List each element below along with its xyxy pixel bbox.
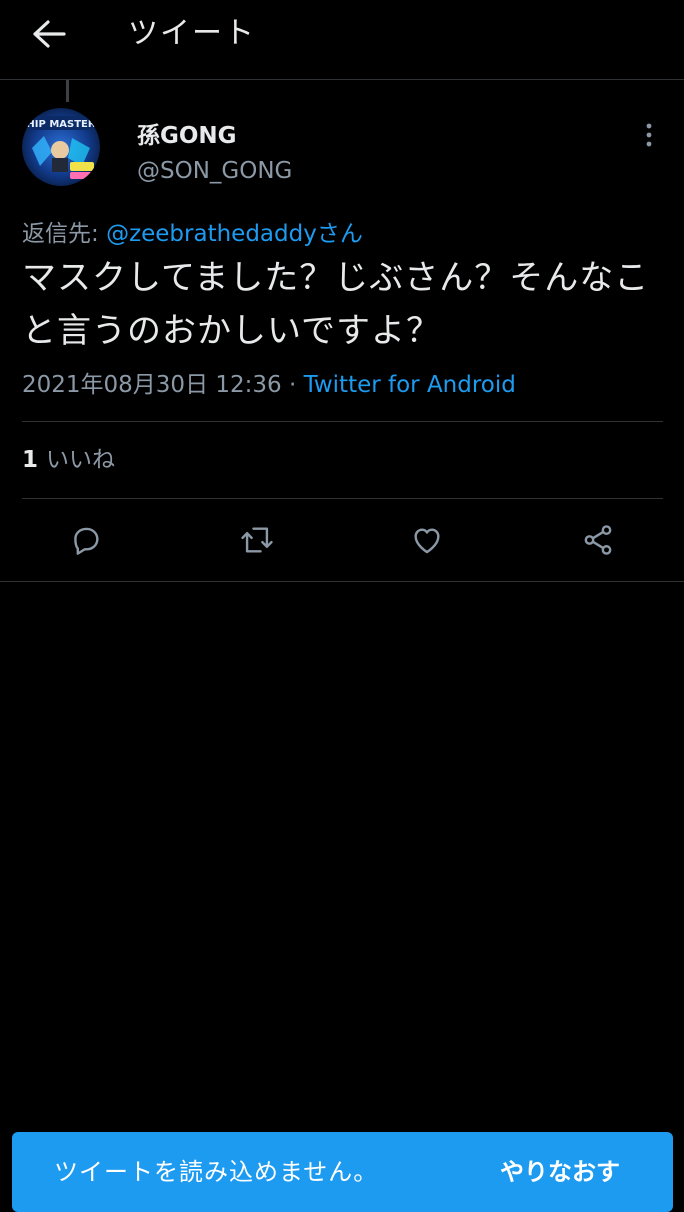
tweet-author: HIP MASTER 孫GONG @SON_GONG	[0, 80, 684, 210]
share-button[interactable]	[578, 520, 618, 560]
author-display-name[interactable]: 孫GONG	[137, 116, 237, 150]
toast-message: ツイートを読み込めません。	[54, 1158, 379, 1186]
back-button[interactable]	[26, 14, 72, 54]
like-button[interactable]	[407, 520, 447, 560]
retweet-button[interactable]	[237, 520, 277, 560]
more-vertical-icon	[646, 123, 652, 147]
meta-separator: ·	[281, 372, 304, 398]
tweet-action-bar	[0, 500, 684, 582]
tweet-meta: 2021年08月30日 12:36 · Twitter for Android	[22, 368, 516, 402]
share-icon	[584, 525, 612, 555]
top-bar: ツイート	[0, 0, 684, 80]
more-options-button[interactable]	[632, 118, 666, 152]
author-handle[interactable]: @SON_GONG	[137, 158, 292, 184]
avatar-image: HIP MASTER	[22, 108, 100, 186]
reply-icon	[74, 527, 99, 555]
divider	[22, 498, 663, 499]
divider	[22, 421, 663, 422]
tweet-timestamp[interactable]: 2021年08月30日 12:36	[22, 372, 282, 398]
reply-button[interactable]	[66, 520, 106, 560]
thread-connector-line	[66, 80, 69, 102]
likes-count-row[interactable]: 1 いいね	[22, 440, 115, 480]
avatar-logo-text: HIP MASTER	[26, 119, 95, 130]
page-title: ツイート	[128, 16, 256, 51]
retweet-icon	[241, 527, 273, 553]
like-label: いいね	[46, 447, 116, 473]
like-count: 1	[22, 447, 39, 473]
heart-icon	[414, 528, 440, 554]
tweet-source-link[interactable]: Twitter for Android	[304, 372, 516, 398]
arrow-left-icon	[33, 20, 66, 48]
reply-mention-link[interactable]: @zeebrathedaddyさん	[106, 221, 363, 247]
retry-button[interactable]: やりなおす	[500, 1152, 620, 1192]
reply-to-prefix: 返信先:	[22, 221, 107, 247]
error-toast: ツイートを読み込めません。 やりなおす	[12, 1132, 673, 1212]
tweet-text: マスクしてました？じぶさん？そんなこと言うのおかしいですよ？	[22, 258, 650, 351]
avatar[interactable]: HIP MASTER	[22, 108, 100, 186]
reply-to-line: 返信先: @zeebrathedaddyさん	[22, 218, 363, 250]
